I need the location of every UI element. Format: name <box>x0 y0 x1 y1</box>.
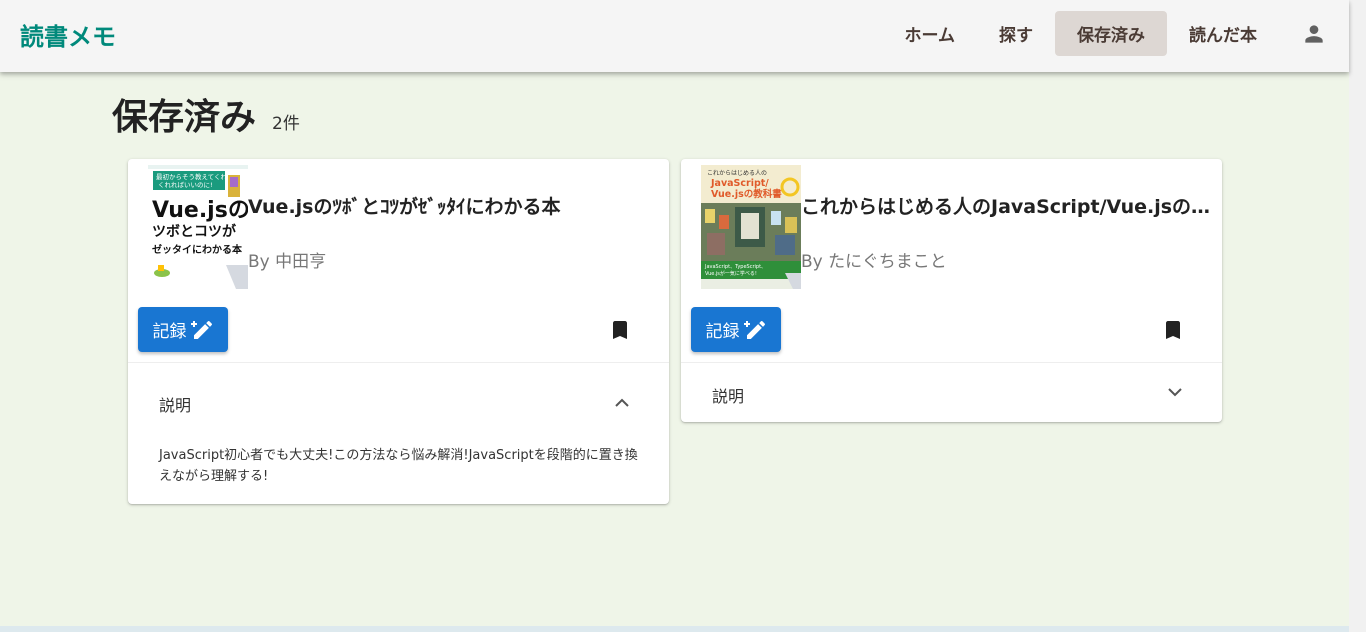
chevron-up-icon <box>615 398 629 407</box>
description-panel-header[interactable]: 説明 <box>128 363 669 439</box>
svg-text:ツボとコツが: ツボとコツが <box>152 223 237 240</box>
nav-home-button[interactable]: ホーム <box>883 11 978 56</box>
app-bar: 読書メモ ホーム 探す 保存済み 読んだ本 <box>0 0 1349 72</box>
book-card: これからはじめる人の JavaScript/ Vue.jsの教科書 JavaSc… <box>681 159 1222 422</box>
svg-text:ゼッタイにわかる本: ゼッタイにわかる本 <box>152 243 243 256</box>
record-button-label: 記録 <box>152 322 187 342</box>
description-panel: 説明 <box>681 362 1222 423</box>
pencil-plus-icon <box>190 318 214 342</box>
bookmark-icon[interactable] <box>608 318 632 342</box>
record-button[interactable]: 記録 <box>138 307 228 352</box>
book-title[interactable]: これからはじめる人のJavaScript/Vue.jsの… <box>801 192 1211 219</box>
nav-search-button[interactable]: 探す <box>977 11 1055 56</box>
account-icon[interactable] <box>1279 11 1349 56</box>
book-author: By 中田亨 <box>248 252 327 272</box>
description-text: JavaScript初心者でも大丈夫!この方法なら悩み解消!JavaScript… <box>159 448 638 484</box>
record-button[interactable]: 記録 <box>691 307 781 352</box>
result-count: 2件 <box>272 114 300 134</box>
book-title[interactable]: Vue.jsのﾂﾎﾞとｺﾂがｾﾞｯﾀｲにわかる本 <box>248 192 658 219</box>
app-brand[interactable]: 読書メモ <box>20 17 116 52</box>
nav-menu: ホーム 探す 保存済み 読んだ本 <box>883 11 1350 56</box>
svg-text:くれればいいのに!: くれればいいのに! <box>158 180 213 189</box>
description-panel-header[interactable]: 説明 <box>681 363 1222 423</box>
record-button-label: 記録 <box>705 322 740 342</box>
book-cover-image: 最初からそう教えてくれればいいのに! くれればいいのに! Vue.jsの ツボと… <box>148 165 248 289</box>
chevron-down-icon <box>1168 388 1182 397</box>
page-header: 保存済み 2件 <box>112 88 300 140</box>
book-author: By たにぐちまこと <box>801 252 947 272</box>
bottom-edge <box>0 626 1349 632</box>
nav-read-button[interactable]: 読んだ本 <box>1167 11 1279 56</box>
bookmark-icon[interactable] <box>1161 318 1185 342</box>
pencil-plus-icon <box>743 318 767 342</box>
svg-text:Vue.jsが一気に学べる!: Vue.jsが一気に学べる! <box>705 270 757 277</box>
description-panel-label: 説明 <box>712 387 745 406</box>
book-card: 最初からそう教えてくれればいいのに! くれればいいのに! Vue.jsの ツボと… <box>128 159 669 504</box>
nav-saved-button[interactable]: 保存済み <box>1055 11 1167 56</box>
page-title: 保存済み <box>112 97 257 138</box>
description-panel: 説明 JavaScript初心者でも大丈夫!この方法なら悩み解消!JavaScr… <box>128 362 669 484</box>
svg-text:Vue.jsの教科書: Vue.jsの教科書 <box>711 188 782 200</box>
svg-text:Vue.jsの: Vue.jsの <box>152 198 248 223</box>
person-icon <box>1305 24 1323 43</box>
page-scrollbar[interactable] <box>1349 0 1366 632</box>
svg-text:これからはじめる人の: これからはじめる人の <box>707 170 767 177</box>
svg-text:JavaScript、TypeScript、: JavaScript、TypeScript、 <box>704 264 766 270</box>
description-panel-label: 説明 <box>159 396 192 415</box>
svg-text:JavaScript/: JavaScript/ <box>710 178 769 189</box>
book-cover-image: これからはじめる人の JavaScript/ Vue.jsの教科書 JavaSc… <box>701 165 801 289</box>
